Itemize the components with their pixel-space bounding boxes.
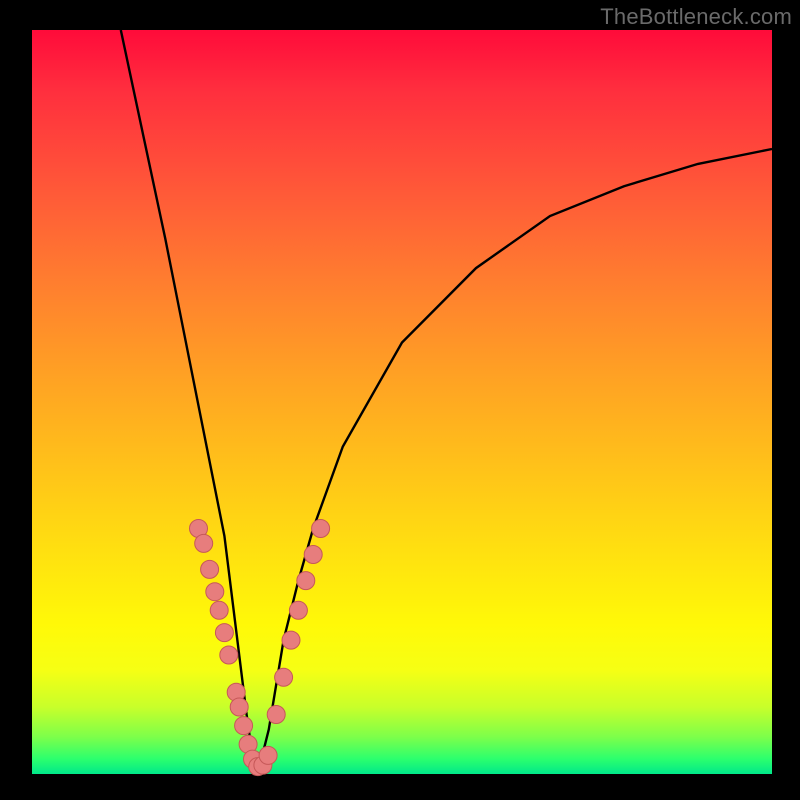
bottleneck-curve-svg	[32, 30, 772, 774]
highlight-dot	[220, 646, 238, 664]
highlight-dot	[312, 520, 330, 538]
highlight-dot	[282, 631, 300, 649]
highlight-dot	[275, 668, 293, 686]
highlight-dot	[230, 698, 248, 716]
highlight-dot	[210, 601, 228, 619]
highlight-dot	[195, 534, 213, 552]
highlight-dot	[289, 601, 307, 619]
highlight-dot	[297, 572, 315, 590]
highlight-dot	[267, 706, 285, 724]
highlight-dot	[304, 546, 322, 564]
plot-area	[32, 30, 772, 774]
chart-stage: TheBottleneck.com	[0, 0, 800, 800]
highlight-dot	[215, 624, 233, 642]
watermark-text: TheBottleneck.com	[600, 4, 792, 30]
highlight-dot	[259, 746, 277, 764]
bottleneck-curve-path	[121, 30, 772, 767]
highlight-dots-group	[190, 520, 330, 776]
highlight-dot	[235, 717, 253, 735]
highlight-dot	[201, 560, 219, 578]
highlight-dot	[206, 583, 224, 601]
